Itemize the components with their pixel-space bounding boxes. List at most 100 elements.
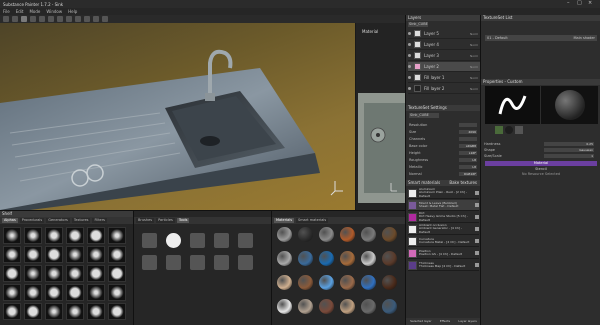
eraser-tool-icon[interactable] <box>12 16 18 22</box>
material-thumbnail[interactable] <box>340 251 355 266</box>
alpha-thumbnail[interactable] <box>87 284 105 301</box>
tool-thumbnail[interactable] <box>166 233 181 248</box>
alpha-thumbnail[interactable] <box>24 227 42 244</box>
texture-set-name-field[interactable]: Sink_CUBE <box>409 113 439 118</box>
tab-particles[interactable]: Particles <box>156 218 175 223</box>
material-thumbnail[interactable] <box>277 299 292 314</box>
stencil-slot[interactable] <box>505 126 513 134</box>
alpha-thumbnail[interactable] <box>66 284 84 301</box>
alpha-thumbnail[interactable] <box>3 227 21 244</box>
tool-thumbnail[interactable] <box>214 233 229 248</box>
material-thumbnail[interactable] <box>382 299 397 314</box>
view-mode-icon[interactable] <box>102 16 108 22</box>
material-section-header[interactable]: Material <box>485 161 597 166</box>
material-thumbnail[interactable] <box>277 227 292 242</box>
blend-mode[interactable]: Norm <box>470 65 480 69</box>
material-slot[interactable] <box>515 126 523 134</box>
tab-materials[interactable]: Materials <box>274 218 295 223</box>
field-value[interactable]: L16F <box>459 150 477 155</box>
material-thumbnail[interactable] <box>298 299 313 314</box>
material-thumbnail[interactable] <box>298 251 313 266</box>
blend-mode[interactable]: Norm <box>470 76 480 80</box>
blend-mode[interactable]: Norm <box>470 87 480 91</box>
screenshot-icon[interactable] <box>93 16 99 22</box>
projection-tool-icon[interactable] <box>21 16 27 22</box>
list-item[interactable]: Ambient occlusion Ambient Generator - [4 … <box>408 223 479 235</box>
picker-tool-icon[interactable] <box>48 16 54 22</box>
menu-help[interactable]: Help <box>68 9 77 14</box>
material-thumbnail[interactable] <box>277 251 292 266</box>
eye-icon[interactable] <box>408 43 411 46</box>
field-value[interactable] <box>459 136 477 141</box>
tool-thumbnail[interactable] <box>238 233 253 248</box>
field-value[interactable]: L8 <box>459 157 477 162</box>
alpha-thumbnail[interactable] <box>45 246 63 263</box>
alpha-thumbnail[interactable] <box>66 227 84 244</box>
material-thumbnail[interactable] <box>277 275 292 290</box>
field-value[interactable]: Gaussian <box>544 147 594 152</box>
tool-thumbnail[interactable] <box>214 255 229 270</box>
mask-icon[interactable] <box>475 251 479 255</box>
symmetry-icon[interactable] <box>75 16 81 22</box>
alpha-slot[interactable] <box>495 126 503 134</box>
alpha-thumbnail[interactable] <box>3 265 21 282</box>
alpha-thumbnail[interactable] <box>87 246 105 263</box>
field-value[interactable] <box>459 122 477 127</box>
tab-smart-materials[interactable]: Smart materials <box>296 218 329 223</box>
layer-row[interactable]: Layer 3 Norm <box>408 51 480 61</box>
list-item[interactable]: Mould & Leave (Bubbled) Sheet: Metal Flat… <box>408 200 479 211</box>
menu-window[interactable]: Window <box>46 9 62 14</box>
material-thumbnail[interactable] <box>361 275 376 290</box>
tab-tools[interactable]: Tools <box>176 218 190 223</box>
alpha-thumbnail[interactable] <box>24 265 42 282</box>
tool-thumbnail[interactable] <box>142 233 157 248</box>
eye-icon[interactable] <box>408 65 411 68</box>
close-icon[interactable]: × <box>588 0 592 6</box>
alpha-thumbnail[interactable] <box>45 227 63 244</box>
alpha-thumbnail[interactable] <box>3 284 21 301</box>
material-thumbnail[interactable] <box>340 299 355 314</box>
display-settings-icon[interactable] <box>84 16 90 22</box>
eye-icon[interactable] <box>408 32 411 35</box>
material-thumbnail[interactable] <box>319 299 334 314</box>
mask-icon[interactable] <box>475 227 479 231</box>
smudge-tool-icon[interactable] <box>30 16 36 22</box>
material-thumbnail[interactable] <box>319 251 334 266</box>
layer-row[interactable]: Fill layer 2 Norm <box>408 84 480 94</box>
material-thumbnail[interactable] <box>361 227 376 242</box>
menu-edit[interactable]: Edit <box>16 9 24 14</box>
material-thumbnail[interactable] <box>361 251 376 266</box>
layer-row[interactable]: Layer 4 Norm <box>408 40 480 50</box>
alpha-thumbnail[interactable] <box>3 246 21 263</box>
tab-layer-layers[interactable]: Layer layers <box>458 318 476 325</box>
alpha-thumbnail[interactable] <box>66 303 84 320</box>
maximize-icon[interactable]: □ <box>577 0 582 6</box>
alpha-thumbnail[interactable] <box>87 265 105 282</box>
tab-procedurals[interactable]: Procedurals <box>19 218 45 223</box>
alpha-thumbnail[interactable] <box>108 227 126 244</box>
tool-thumbnail[interactable] <box>238 255 253 270</box>
field-value[interactable]: L8 <box>459 164 477 169</box>
viewport-3d[interactable] <box>0 23 355 210</box>
layer-row[interactable]: Layer 5 Norm <box>408 29 480 39</box>
material-thumbnail[interactable] <box>382 227 397 242</box>
texture-set-select[interactable]: Sink_CUBE <box>408 22 428 27</box>
alpha-thumbnail[interactable] <box>66 265 84 282</box>
alpha-thumbnail[interactable] <box>45 265 63 282</box>
mask-icon[interactable] <box>475 239 479 243</box>
alpha-thumbnail[interactable] <box>24 246 42 263</box>
material-thumbnail[interactable] <box>361 299 376 314</box>
field-value[interactable]: RGB16F <box>459 171 477 176</box>
field-value[interactable]: 4096 <box>459 129 477 134</box>
bake-textures-button[interactable]: Bake textures <box>449 180 477 186</box>
tab-selected-layer[interactable]: Selected layer <box>410 318 432 325</box>
alpha-thumbnail[interactable] <box>3 303 21 320</box>
mask-icon[interactable] <box>475 203 479 207</box>
list-item[interactable]: Dirt Dirt Heavy Grime Studio [5 Ch] - Def… <box>408 211 479 223</box>
tool-thumbnail[interactable] <box>166 255 181 270</box>
layer-row[interactable]: Fill layer 1 Norm <box>408 73 480 83</box>
mask-icon[interactable] <box>475 263 479 267</box>
camera-icon[interactable] <box>66 16 72 22</box>
eye-icon[interactable] <box>408 87 411 90</box>
menu-mode[interactable]: Mode <box>29 9 40 14</box>
